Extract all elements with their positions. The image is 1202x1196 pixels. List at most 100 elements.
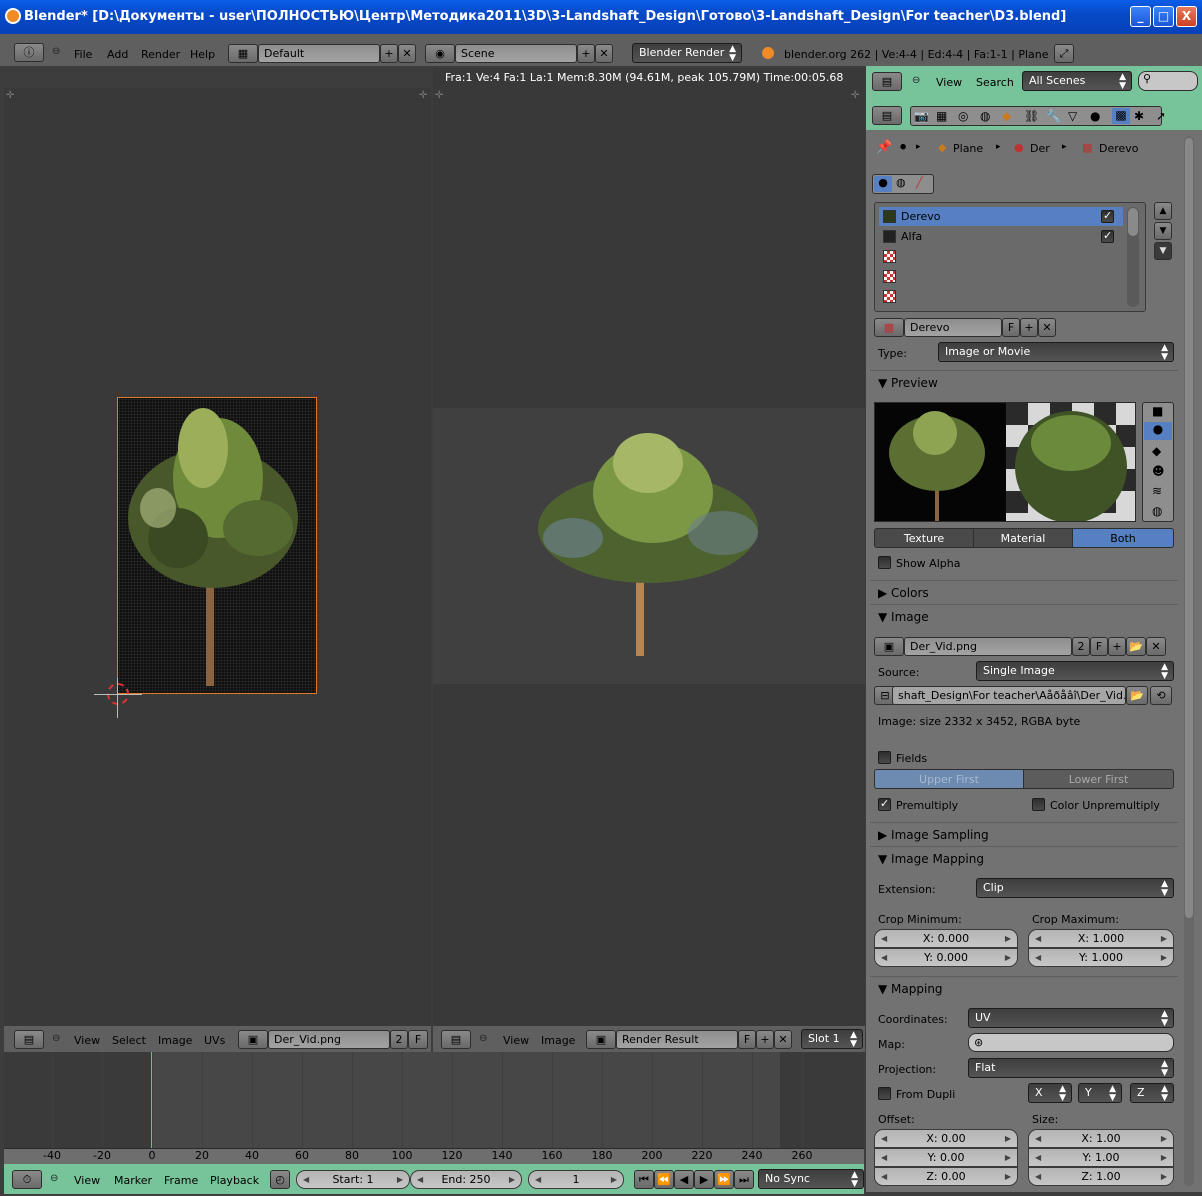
editor-type-button[interactable]: ⓘ <box>14 43 44 62</box>
sky-preview-icon[interactable]: ◍ <box>1152 504 1162 518</box>
list-item[interactable] <box>879 287 1123 306</box>
scene-field[interactable]: Scene <box>455 44 577 63</box>
new-image-button[interactable]: + <box>756 1030 774 1049</box>
image-path-field[interactable]: shaft_Design\For teacher\Aåðåâî\Der_Vid.… <box>892 686 1126 705</box>
fake-user-button[interactable]: F <box>408 1030 428 1049</box>
image-users-count[interactable]: 2 <box>390 1030 408 1049</box>
editor-type-button[interactable]: ▤ <box>441 1030 471 1049</box>
cube-preview-icon[interactable]: ◆ <box>1152 444 1161 458</box>
scene-icon[interactable]: ◉ <box>425 44 455 63</box>
fields-checkbox[interactable] <box>878 751 891 764</box>
breadcrumb-texture[interactable]: Derevo <box>1099 142 1139 155</box>
crop-min-y-field[interactable]: ◀ Y: 0.000 ▶ <box>874 948 1018 967</box>
fake-user-button[interactable]: F <box>1090 637 1108 656</box>
corner-plus-icon[interactable]: ✛ <box>6 90 14 101</box>
sync-dropdown[interactable]: No Sync ▲ ▼ <box>758 1169 864 1189</box>
menu-add[interactable]: Add <box>107 48 128 61</box>
extension-dropdown[interactable]: Clip ▲ ▼ <box>976 878 1174 898</box>
size-x-field[interactable]: ◀ X: 1.00 ▶ <box>1028 1129 1174 1148</box>
corner-plus-icon[interactable]: ✛ <box>435 90 443 101</box>
texture-tab-icon[interactable]: ▩ <box>1112 108 1130 124</box>
offset-z-field[interactable]: ◀ Z: 0.00 ▶ <box>874 1167 1018 1186</box>
axis-x-dropdown[interactable]: X ▲ ▼ <box>1028 1083 1072 1103</box>
remove-screen-button[interactable]: ✕ <box>398 44 416 63</box>
open-image-button[interactable]: 📂 <box>1126 637 1146 656</box>
render-engine-dropdown[interactable]: Blender Render ▲ ▼ <box>632 43 742 63</box>
offset-x-field[interactable]: ◀ X: 0.00 ▶ <box>874 1129 1018 1148</box>
browse-file-button[interactable]: 📂 <box>1126 686 1148 705</box>
hair-preview-icon[interactable]: ≋ <box>1152 484 1162 498</box>
menu-image[interactable]: Image <box>158 1034 192 1047</box>
menu-marker[interactable]: Marker <box>114 1174 152 1187</box>
move-slot-up-button[interactable]: ▲ <box>1154 202 1172 220</box>
screen-layout-field[interactable]: Default <box>258 44 380 63</box>
properties-scrollbar[interactable] <box>1184 136 1194 1186</box>
list-scrollbar[interactable] <box>1127 207 1139 307</box>
colors-section-header[interactable]: ▶ Colors <box>878 586 929 600</box>
list-item[interactable] <box>879 267 1123 286</box>
menu-image[interactable]: Image <box>541 1034 575 1047</box>
fullscreen-toggle-icon[interactable]: ⤢ <box>1054 44 1074 63</box>
material-tab-icon[interactable]: ● <box>1090 109 1100 123</box>
menu-view[interactable]: View <box>74 1034 100 1047</box>
fake-user-button[interactable]: F <box>738 1030 756 1049</box>
menu-render[interactable]: Render <box>141 48 180 61</box>
breadcrumb-material[interactable]: Der <box>1030 142 1050 155</box>
menu-select[interactable]: Select <box>112 1034 146 1047</box>
brush-texture-icon[interactable]: ╱ <box>916 176 923 189</box>
object-tab-icon[interactable]: ◆ <box>1002 109 1011 123</box>
menu-search[interactable]: Search <box>976 76 1014 89</box>
slot-specials-button[interactable]: ▼ <box>1154 242 1172 260</box>
editor-type-button[interactable]: ⏱ <box>12 1170 42 1189</box>
mapping-section-header[interactable]: ▼ Mapping <box>878 982 943 996</box>
image-file-field[interactable]: Der_Vid.png <box>904 637 1072 656</box>
unlink-image-button[interactable]: ✕ <box>1146 637 1166 656</box>
remove-scene-button[interactable]: ✕ <box>595 44 613 63</box>
timeline-area[interactable]: -40 -20 0 20 40 60 80 100 120 140 160 180 200 220 240 2… <box>4 1052 864 1164</box>
material-texture-icon[interactable]: ● <box>874 176 892 192</box>
scenes-filter-dropdown[interactable]: All Scenes ▲ ▼ <box>1022 71 1132 91</box>
fake-user-button[interactable]: F <box>1002 318 1020 337</box>
texture-type-dropdown[interactable]: Image or Movie ▲ ▼ <box>938 342 1174 362</box>
editor-type-button[interactable]: ▤ <box>872 72 902 91</box>
texture-slots-list[interactable]: Derevo Alfa <box>874 202 1146 312</box>
image-section-header[interactable]: ▼ Image <box>878 610 929 624</box>
image-editor-viewport[interactable]: ✛ ✛ <box>433 88 865 1026</box>
menu-view[interactable]: View <box>74 1174 100 1187</box>
breadcrumb-object[interactable]: Plane <box>953 142 983 155</box>
image-mapping-section-header[interactable]: ▼ Image Mapping <box>878 852 984 866</box>
crop-max-y-field[interactable]: ◀ Y: 1.000 ▶ <box>1028 948 1174 967</box>
render-tab-icon[interactable]: 📷 <box>914 109 929 123</box>
premultiply-checkbox[interactable] <box>878 797 891 811</box>
menu-help[interactable]: Help <box>190 48 215 61</box>
image-users-count[interactable]: 2 <box>1072 637 1090 656</box>
crop-min-x-field[interactable]: ◀ X: 0.000 ▶ <box>874 929 1018 948</box>
render-result-image[interactable] <box>433 408 865 684</box>
menu-view[interactable]: View <box>936 76 962 89</box>
projection-dropdown[interactable]: Flat ▲ ▼ <box>968 1058 1174 1078</box>
close-button[interactable]: X <box>1176 6 1197 27</box>
particles-tab-icon[interactable]: ✱ <box>1134 109 1144 123</box>
axis-z-dropdown[interactable]: Z ▲ ▼ <box>1130 1083 1174 1103</box>
coordinates-dropdown[interactable]: UV ▲ ▼ <box>968 1008 1174 1028</box>
maximize-button[interactable]: □ <box>1153 6 1174 27</box>
collapse-icon[interactable]: ⊖ <box>52 1033 60 1044</box>
pin-icon[interactable]: 📌 <box>876 140 892 155</box>
screen-layout-icon[interactable]: ▦ <box>228 44 258 63</box>
menu-playback[interactable]: Playback <box>210 1174 259 1187</box>
image-browse-icon[interactable]: ▣ <box>586 1030 616 1049</box>
collapse-icon[interactable]: ⊖ <box>479 1033 487 1044</box>
scene-tab-icon[interactable]: ◎ <box>958 109 968 123</box>
list-item[interactable]: Alfa <box>879 227 1123 246</box>
plane-preview-icon[interactable]: ■ <box>1152 404 1163 418</box>
from-dupli-checkbox[interactable] <box>878 1087 891 1100</box>
preview-tab-texture[interactable]: Texture <box>874 528 974 548</box>
size-y-field[interactable]: ◀ Y: 1.00 ▶ <box>1028 1148 1174 1167</box>
jump-prev-keyframe-button[interactable]: ⏪ <box>654 1170 674 1189</box>
list-item[interactable] <box>879 247 1123 266</box>
world-texture-icon[interactable]: ◍ <box>896 176 906 189</box>
texture-slot-enabled-checkbox[interactable] <box>1101 209 1114 223</box>
reload-image-button[interactable]: ⟲ <box>1150 686 1172 705</box>
jump-next-keyframe-button[interactable]: ⏩ <box>714 1170 734 1189</box>
uv-image-display[interactable] <box>117 397 317 694</box>
